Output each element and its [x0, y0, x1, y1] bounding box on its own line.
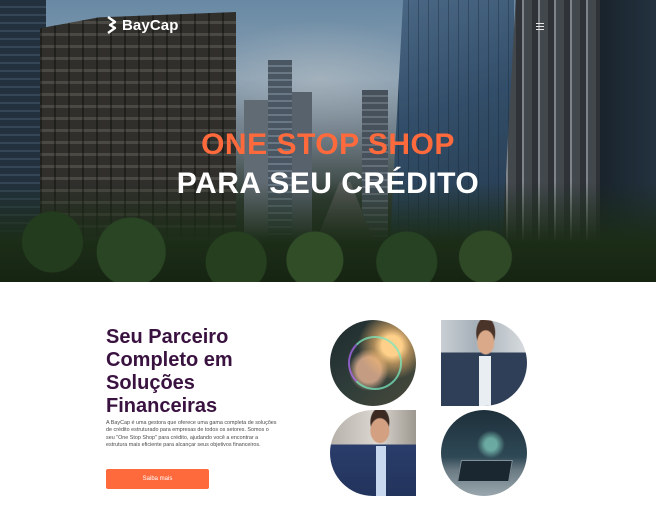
about-heading-line: Completo em: [106, 349, 233, 371]
baycap-logo-icon: [107, 16, 117, 34]
brand-logo[interactable]: BayCap: [106, 16, 178, 34]
hero-title-line-2: PARA SEU CRÉDITO: [176, 167, 480, 200]
shirt: [479, 356, 491, 406]
brand-name: BayCap: [122, 16, 179, 34]
businessman-phone-photo: [441, 320, 527, 406]
shirt: [376, 446, 386, 496]
handshake-photo: [330, 320, 416, 406]
about-heading-line: Financeiras: [106, 395, 218, 417]
hero-title-line-1: ONE STOP SHOP: [201, 128, 455, 161]
businessman-suit-photo: [330, 410, 416, 496]
laptop-screen: [457, 460, 513, 482]
digital-ring-graphic: [348, 336, 402, 390]
hero-section: BayCap ONE STOP SHOP PARA SEU CRÉDITO: [0, 0, 656, 282]
laptop-hands-photo: [441, 410, 527, 496]
about-heading-line: Soluções: [106, 372, 195, 394]
about-description: A BayCap é uma gestora que oferece uma g…: [106, 420, 277, 449]
about-heading-line: Seu Parceiro: [106, 326, 229, 348]
hamburger-menu-icon[interactable]: [536, 23, 544, 30]
about-heading: Seu Parceiro Completo em Soluções Financ…: [106, 326, 306, 418]
saiba-mais-button[interactable]: Saiba mais: [106, 469, 209, 489]
